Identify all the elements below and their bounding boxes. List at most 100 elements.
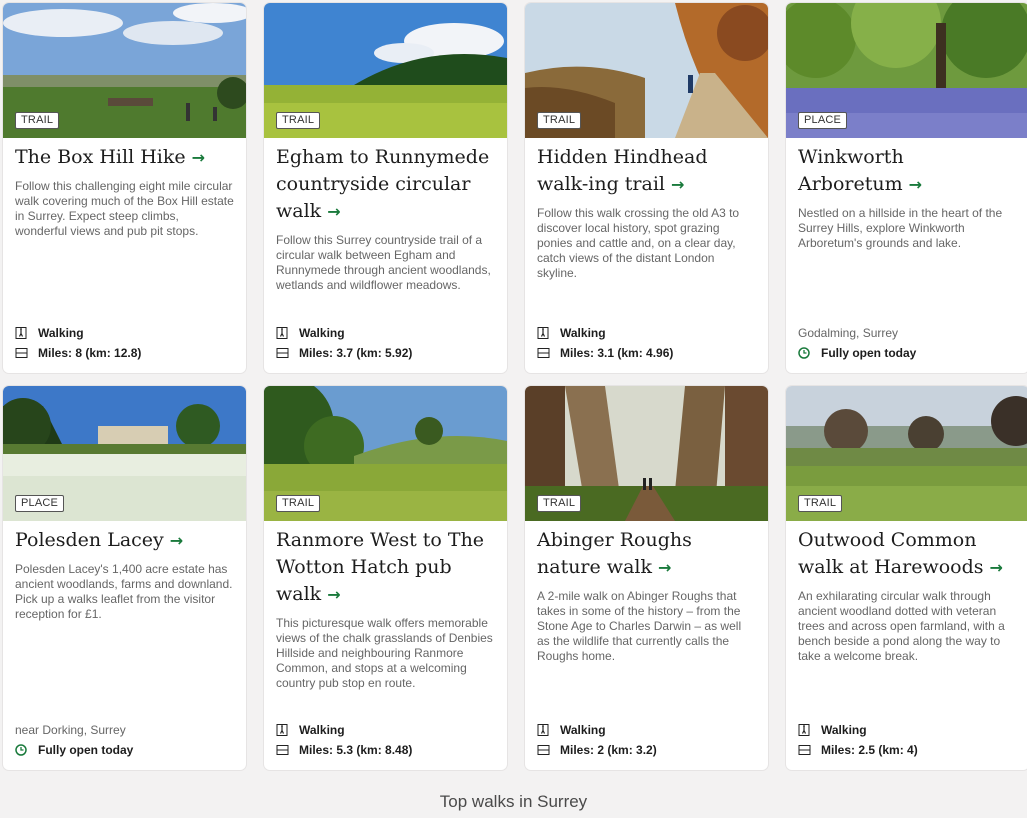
distance-row: Miles: 3.1 (km: 4.96)	[537, 346, 756, 360]
card-title-text: Ranmore West to The Wotton Hatch pub wal…	[276, 529, 485, 605]
card-meta: Walking Miles: 3.1 (km: 4.96)	[537, 320, 756, 360]
card-description: Follow this walk crossing the old A3 to …	[537, 206, 740, 280]
ruler-icon	[276, 348, 289, 358]
status-row: Fully open today	[798, 346, 1017, 360]
distance-label: Miles: 3.7 (km: 5.92)	[299, 346, 413, 360]
right-arrow-icon: →	[657, 558, 672, 577]
card-description: Polesden Lacey's 1,400 acre estate has a…	[15, 562, 233, 621]
card-title[interactable]: Hidden Hindhead walk-ing trail →	[537, 144, 756, 198]
walking-person-icon	[276, 724, 288, 736]
status-label: Fully open today	[821, 346, 917, 360]
card-image: TRAIL	[525, 386, 768, 521]
card-image: PLACE	[3, 386, 246, 521]
distance-label: Miles: 2.5 (km: 4)	[821, 743, 918, 757]
walking-person-icon	[798, 724, 810, 736]
right-arrow-icon: →	[191, 148, 205, 167]
card-polesden-lacey[interactable]: PLACE Polesden Lacey → Polesden Lacey's 1…	[3, 386, 246, 770]
card-title[interactable]: Polesden Lacey →	[15, 527, 234, 554]
activity-row: Walking	[276, 326, 495, 340]
card-title[interactable]: Ranmore West to The Wotton Hatch pub wal…	[276, 527, 495, 608]
tag-badge: TRAIL	[537, 112, 582, 129]
walking-person-icon	[276, 327, 288, 339]
card-title[interactable]: Abinger Roughs nature walk →	[537, 527, 756, 581]
card-winkworth-arboretum[interactable]: PLACE Winkworth Arboretum → Nestled on a …	[786, 3, 1027, 373]
activity-row: Walking	[276, 723, 495, 737]
card-meta: Walking Miles: 3.7 (km: 5.92)	[276, 320, 495, 360]
walking-person-icon	[537, 724, 549, 736]
tag-badge: PLACE	[15, 495, 65, 512]
activity-row: Walking	[537, 326, 756, 340]
card-meta: Godalming, Surrey Fully open today	[798, 326, 1017, 360]
distance-label: Miles: 2 (km: 3.2)	[560, 743, 657, 757]
card-title[interactable]: Winkworth Arboretum →	[798, 144, 1017, 198]
activity-row: Walking	[798, 723, 1017, 737]
card-meta: Walking Miles: 5.3 (km: 8.48)	[276, 717, 495, 757]
activity-label: Walking	[299, 723, 345, 737]
right-arrow-icon: →	[169, 531, 184, 550]
activity-row: Walking	[15, 326, 234, 340]
tag-badge: TRAIL	[798, 495, 843, 512]
card-description: An exhilarating circular walk through an…	[798, 589, 1005, 663]
distance-row: Miles: 2 (km: 3.2)	[537, 743, 756, 757]
card-description: This picturesque walk offers memorable v…	[276, 616, 493, 690]
card-meta: Walking Miles: 8 (km: 12.8)	[15, 320, 234, 360]
card-hidden-hindhead[interactable]: TRAIL Hidden Hindhead walk-ing trail → Fo…	[525, 3, 768, 373]
tag-badge: TRAIL	[537, 495, 582, 512]
card-egham-runnymede[interactable]: TRAIL Egham to Runnymede countryside cir…	[264, 3, 507, 373]
activity-row: Walking	[537, 723, 756, 737]
card-title-text: Winkworth Arboretum	[798, 146, 904, 195]
card-description: Follow this Surrey countryside trail of …	[276, 233, 491, 292]
card-meta: Walking Miles: 2.5 (km: 4)	[798, 717, 1017, 757]
tag-badge: PLACE	[798, 112, 848, 129]
card-title[interactable]: Egham to Runnymede countryside circular …	[276, 144, 495, 225]
tag-badge: TRAIL	[15, 112, 60, 129]
ruler-icon	[537, 348, 550, 358]
right-arrow-icon: →	[989, 558, 1003, 577]
right-arrow-icon: →	[670, 175, 685, 194]
activity-label: Walking	[560, 723, 606, 737]
card-title-text: The Box Hill Hike	[15, 146, 186, 168]
distance-label: Miles: 3.1 (km: 4.96)	[560, 346, 674, 360]
status-label: Fully open today	[38, 743, 134, 757]
card-box-hill-hike[interactable]: TRAIL The Box Hill Hike → Follow this cha…	[3, 3, 246, 373]
card-title[interactable]: Outwood Common walk at Harewoods →	[798, 527, 1017, 581]
card-image: TRAIL	[264, 386, 507, 521]
clock-icon	[798, 347, 810, 359]
activity-label: Walking	[560, 326, 606, 340]
right-arrow-icon: →	[327, 202, 341, 221]
distance-label: Miles: 8 (km: 12.8)	[38, 346, 142, 360]
card-title[interactable]: The Box Hill Hike →	[15, 144, 234, 171]
ruler-icon	[276, 745, 289, 755]
card-description: Nestled on a hillside in the heart of th…	[798, 206, 1003, 250]
right-arrow-icon: →	[908, 175, 923, 194]
card-title-text: Outwood Common walk at Harewoods	[798, 529, 984, 578]
activity-label: Walking	[38, 326, 84, 340]
walking-person-icon	[15, 327, 27, 339]
card-image: TRAIL	[525, 3, 768, 138]
right-arrow-icon: →	[327, 585, 341, 604]
card-abinger-roughs[interactable]: TRAIL Abinger Roughs nature walk → A 2-mi…	[525, 386, 768, 770]
card-ranmore-west[interactable]: TRAIL Ranmore West to The Wotton Hatch p…	[264, 386, 507, 770]
distance-row: Miles: 8 (km: 12.8)	[15, 346, 234, 360]
distance-row: Miles: 3.7 (km: 5.92)	[276, 346, 495, 360]
card-outwood-common[interactable]: TRAIL Outwood Common walk at Harewoods → …	[786, 386, 1027, 770]
walking-person-icon	[537, 327, 549, 339]
figure-caption: Top walks in Surrey	[439, 792, 588, 811]
activity-label: Walking	[821, 723, 867, 737]
card-meta: near Dorking, Surrey Fully open today	[15, 723, 234, 757]
card-title-text: Egham to Runnymede countryside circular …	[276, 146, 490, 222]
clock-icon	[15, 744, 27, 756]
card-image: TRAIL	[264, 3, 507, 138]
card-image: PLACE	[786, 3, 1027, 138]
activity-label: Walking	[299, 326, 345, 340]
card-meta: Walking Miles: 2 (km: 3.2)	[537, 717, 756, 757]
status-row: Fully open today	[15, 743, 234, 757]
card-image: TRAIL	[3, 3, 246, 138]
tag-badge: TRAIL	[276, 112, 321, 129]
distance-row: Miles: 2.5 (km: 4)	[798, 743, 1017, 757]
tag-badge: TRAIL	[276, 495, 321, 512]
card-description: Follow this challenging eight mile circu…	[15, 179, 234, 238]
card-title-text: Polesden Lacey	[15, 529, 164, 551]
distance-row: Miles: 5.3 (km: 8.48)	[276, 743, 495, 757]
location-label: Godalming, Surrey	[798, 326, 899, 340]
